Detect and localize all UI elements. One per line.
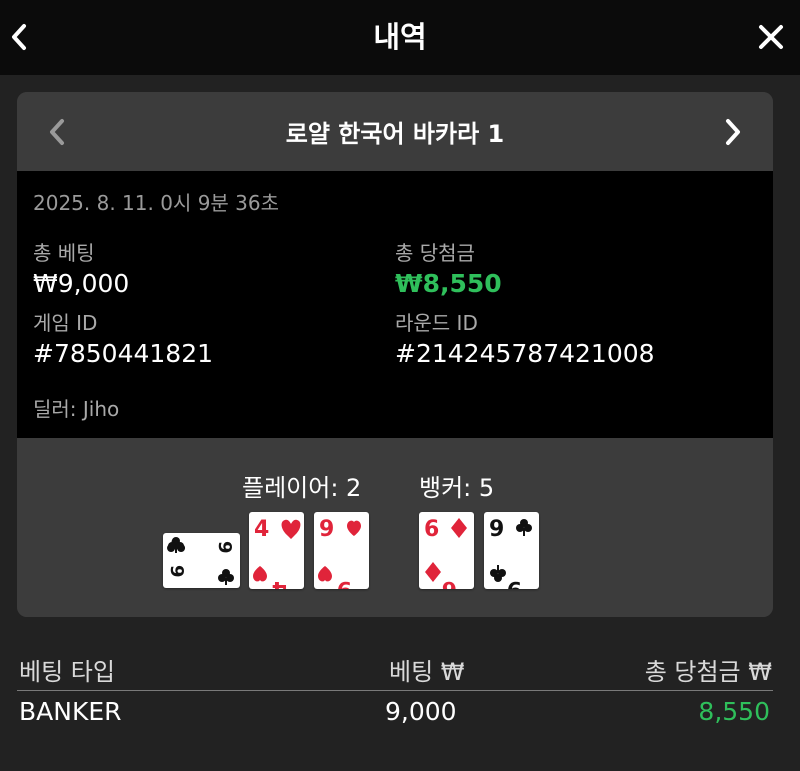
total-win-label: 총 당첨금 — [395, 241, 475, 265]
round-id-label: 라운드 ID — [395, 311, 478, 335]
close-icon[interactable] — [756, 22, 786, 52]
total-bet-value: ₩9,000 — [33, 269, 130, 298]
round-info: 2025. 8. 11. 0시 9분 36초 총 베팅 ₩9,000 총 당첨금… — [17, 171, 773, 438]
svg-text:9: 9 — [489, 517, 504, 542]
total-bet-label: 총 베팅 — [33, 241, 95, 265]
banker-card-2: 9 9 — [484, 512, 539, 589]
player-score: 플레이어: 2 — [242, 474, 362, 502]
table-divider — [17, 690, 773, 691]
game-id-label: 게임 ID — [33, 311, 98, 335]
banker-card-1: 6 6 — [419, 512, 474, 589]
row-bet-amount: 9,000 — [385, 697, 457, 726]
svg-text:4: 4 — [272, 576, 287, 589]
page-title: 내역 — [373, 20, 427, 54]
svg-text:4: 4 — [254, 517, 269, 542]
round-datetime: 2025. 8. 11. 0시 9분 36초 — [33, 191, 280, 215]
svg-text:9: 9 — [214, 541, 235, 554]
row-bet-type: BANKER — [19, 697, 122, 726]
game-nav-header: 로얄 한국어 바카라 1 — [17, 92, 773, 171]
game-id-value: #7850441821 — [33, 339, 214, 368]
round-detail-panel: 로얄 한국어 바카라 1 2025. 8. 11. 0시 9분 36초 총 베팅… — [17, 92, 773, 617]
column-header-bet-type: 베팅 타입 — [19, 658, 115, 686]
column-header-total-win: 총 당첨금 ₩ — [644, 658, 772, 686]
player-card-1: 9 9 — [163, 533, 240, 588]
svg-text:6: 6 — [424, 517, 439, 542]
player-card-2: 4 4 — [249, 512, 304, 589]
next-round-chevron-icon[interactable] — [721, 116, 745, 148]
card-result-area: 플레이어: 2 뱅커: 5 9 9 4 4 9 9 6 6 9 9 — [17, 438, 773, 617]
top-bar: 내역 — [0, 0, 800, 75]
svg-text:6: 6 — [442, 576, 457, 589]
player-card-3: 9 9 — [314, 512, 369, 589]
total-win-value: ₩8,550 — [395, 269, 502, 298]
svg-text:9: 9 — [319, 517, 334, 542]
round-id-value: #214245787421008 — [395, 339, 655, 368]
row-win-amount: 8,550 — [698, 697, 770, 726]
column-header-bet-amount: 베팅 ₩ — [389, 658, 465, 686]
svg-text:9: 9 — [507, 576, 522, 589]
game-name: 로얄 한국어 바카라 1 — [285, 120, 505, 148]
svg-text:9: 9 — [337, 576, 352, 589]
dealer-name: 딜러: Jiho — [33, 397, 120, 421]
svg-text:9: 9 — [166, 565, 187, 578]
banker-score: 뱅커: 5 — [419, 474, 495, 502]
